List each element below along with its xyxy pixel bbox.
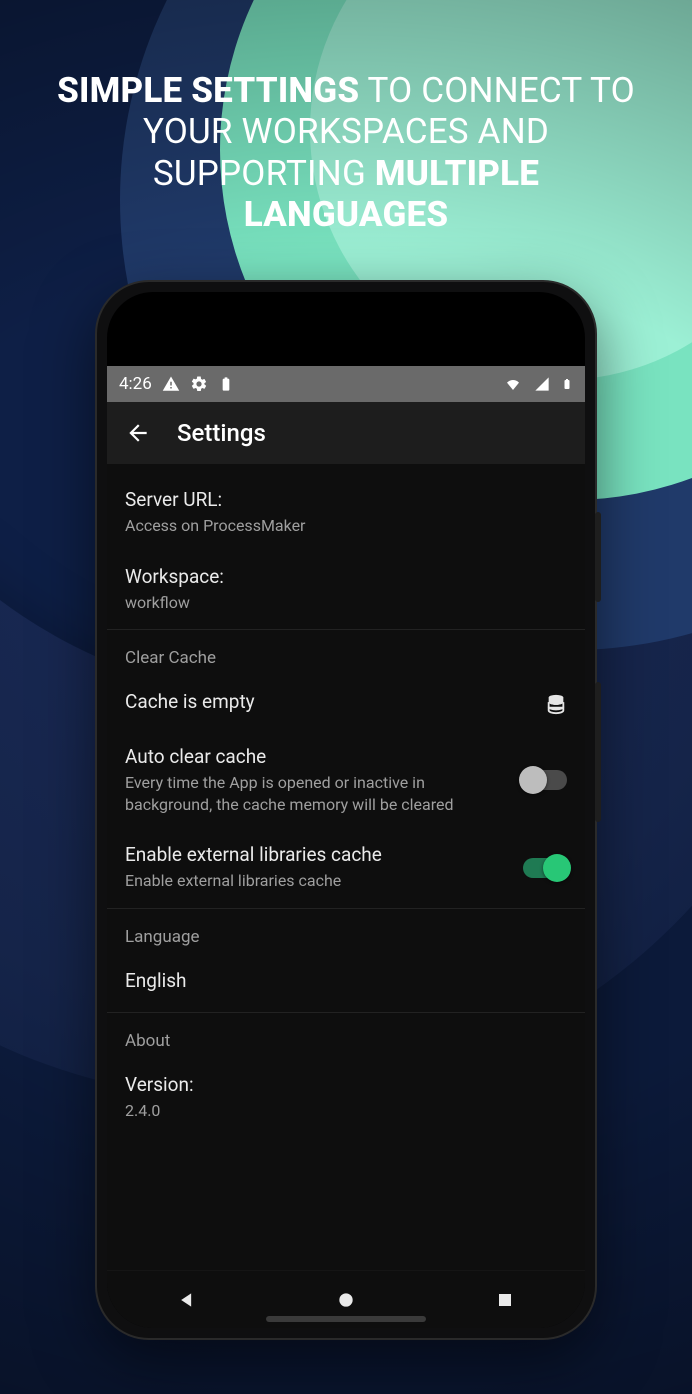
- external-cache-toggle[interactable]: [523, 858, 567, 878]
- auto-clear-cache-row[interactable]: Auto clear cache Every time the App is o…: [107, 731, 585, 829]
- about-group: About: [107, 1015, 585, 1059]
- headline-bold-3: LANGUAGES: [244, 194, 449, 235]
- wifi-icon: [503, 376, 523, 392]
- language-value: English: [125, 969, 567, 992]
- version-row[interactable]: Version: 2.4.0: [107, 1059, 585, 1136]
- app-bar: Settings: [107, 402, 585, 464]
- auto-clear-cache-desc: Every time the App is opened or inactive…: [125, 772, 507, 815]
- language-group: Language: [107, 911, 585, 955]
- headline-rest-1: TO CONNECT TO: [359, 70, 635, 111]
- external-cache-label: Enable external libraries cache: [125, 843, 507, 866]
- cache-empty-row[interactable]: Cache is empty: [107, 676, 585, 731]
- status-time: 4:26: [119, 374, 152, 394]
- server-url-value: Access on ProcessMaker: [125, 515, 567, 537]
- auto-clear-cache-label: Auto clear cache: [125, 745, 507, 768]
- language-row[interactable]: English: [107, 955, 585, 1010]
- page-title: Settings: [177, 419, 266, 447]
- workspace-label: Workspace:: [125, 565, 567, 588]
- nav-recent-button[interactable]: [492, 1287, 518, 1313]
- headline-bold-1: SIMPLE SETTINGS: [57, 70, 359, 111]
- headline-bold-2: MULTIPLE: [375, 153, 539, 194]
- nav-back-button[interactable]: [174, 1287, 200, 1313]
- home-indicator: [266, 1316, 426, 1322]
- cache-empty-label: Cache is empty: [125, 690, 529, 713]
- server-url-row[interactable]: Server URL: Access on ProcessMaker: [107, 474, 585, 551]
- battery-icon: [561, 375, 573, 393]
- screen: 4:26: [107, 366, 585, 1328]
- phone-frame: 4:26: [95, 280, 597, 1340]
- warning-icon: [162, 375, 180, 393]
- version-label: Version:: [125, 1073, 567, 1096]
- headline-line2: YOUR WORKSPACES AND: [143, 111, 549, 152]
- phone-side-button: [595, 512, 601, 602]
- divider: [107, 1012, 585, 1013]
- divider: [107, 629, 585, 630]
- clear-cache-group: Clear Cache: [107, 632, 585, 676]
- external-cache-row[interactable]: Enable external libraries cache Enable e…: [107, 829, 585, 906]
- settings-content[interactable]: Server URL: Access on ProcessMaker Works…: [107, 464, 585, 1270]
- signal-icon: [533, 376, 551, 392]
- phone-side-button: [595, 682, 601, 822]
- headline-line3a: SUPPORTING: [153, 153, 375, 194]
- workspace-row[interactable]: Workspace: workflow: [107, 551, 585, 628]
- status-bar: 4:26: [107, 366, 585, 402]
- version-value: 2.4.0: [125, 1100, 567, 1122]
- back-button[interactable]: [125, 420, 151, 446]
- database-icon: [545, 693, 567, 715]
- divider: [107, 908, 585, 909]
- workspace-value: workflow: [125, 592, 567, 614]
- battery-saver-icon: [218, 375, 234, 393]
- nav-home-button[interactable]: [333, 1287, 359, 1313]
- server-url-label: Server URL:: [125, 488, 567, 511]
- promo-headline: SIMPLE SETTINGS TO CONNECT TO YOUR WORKS…: [0, 0, 692, 235]
- gear-icon: [190, 375, 208, 393]
- auto-clear-cache-toggle[interactable]: [523, 770, 567, 790]
- external-cache-desc: Enable external libraries cache: [125, 870, 507, 892]
